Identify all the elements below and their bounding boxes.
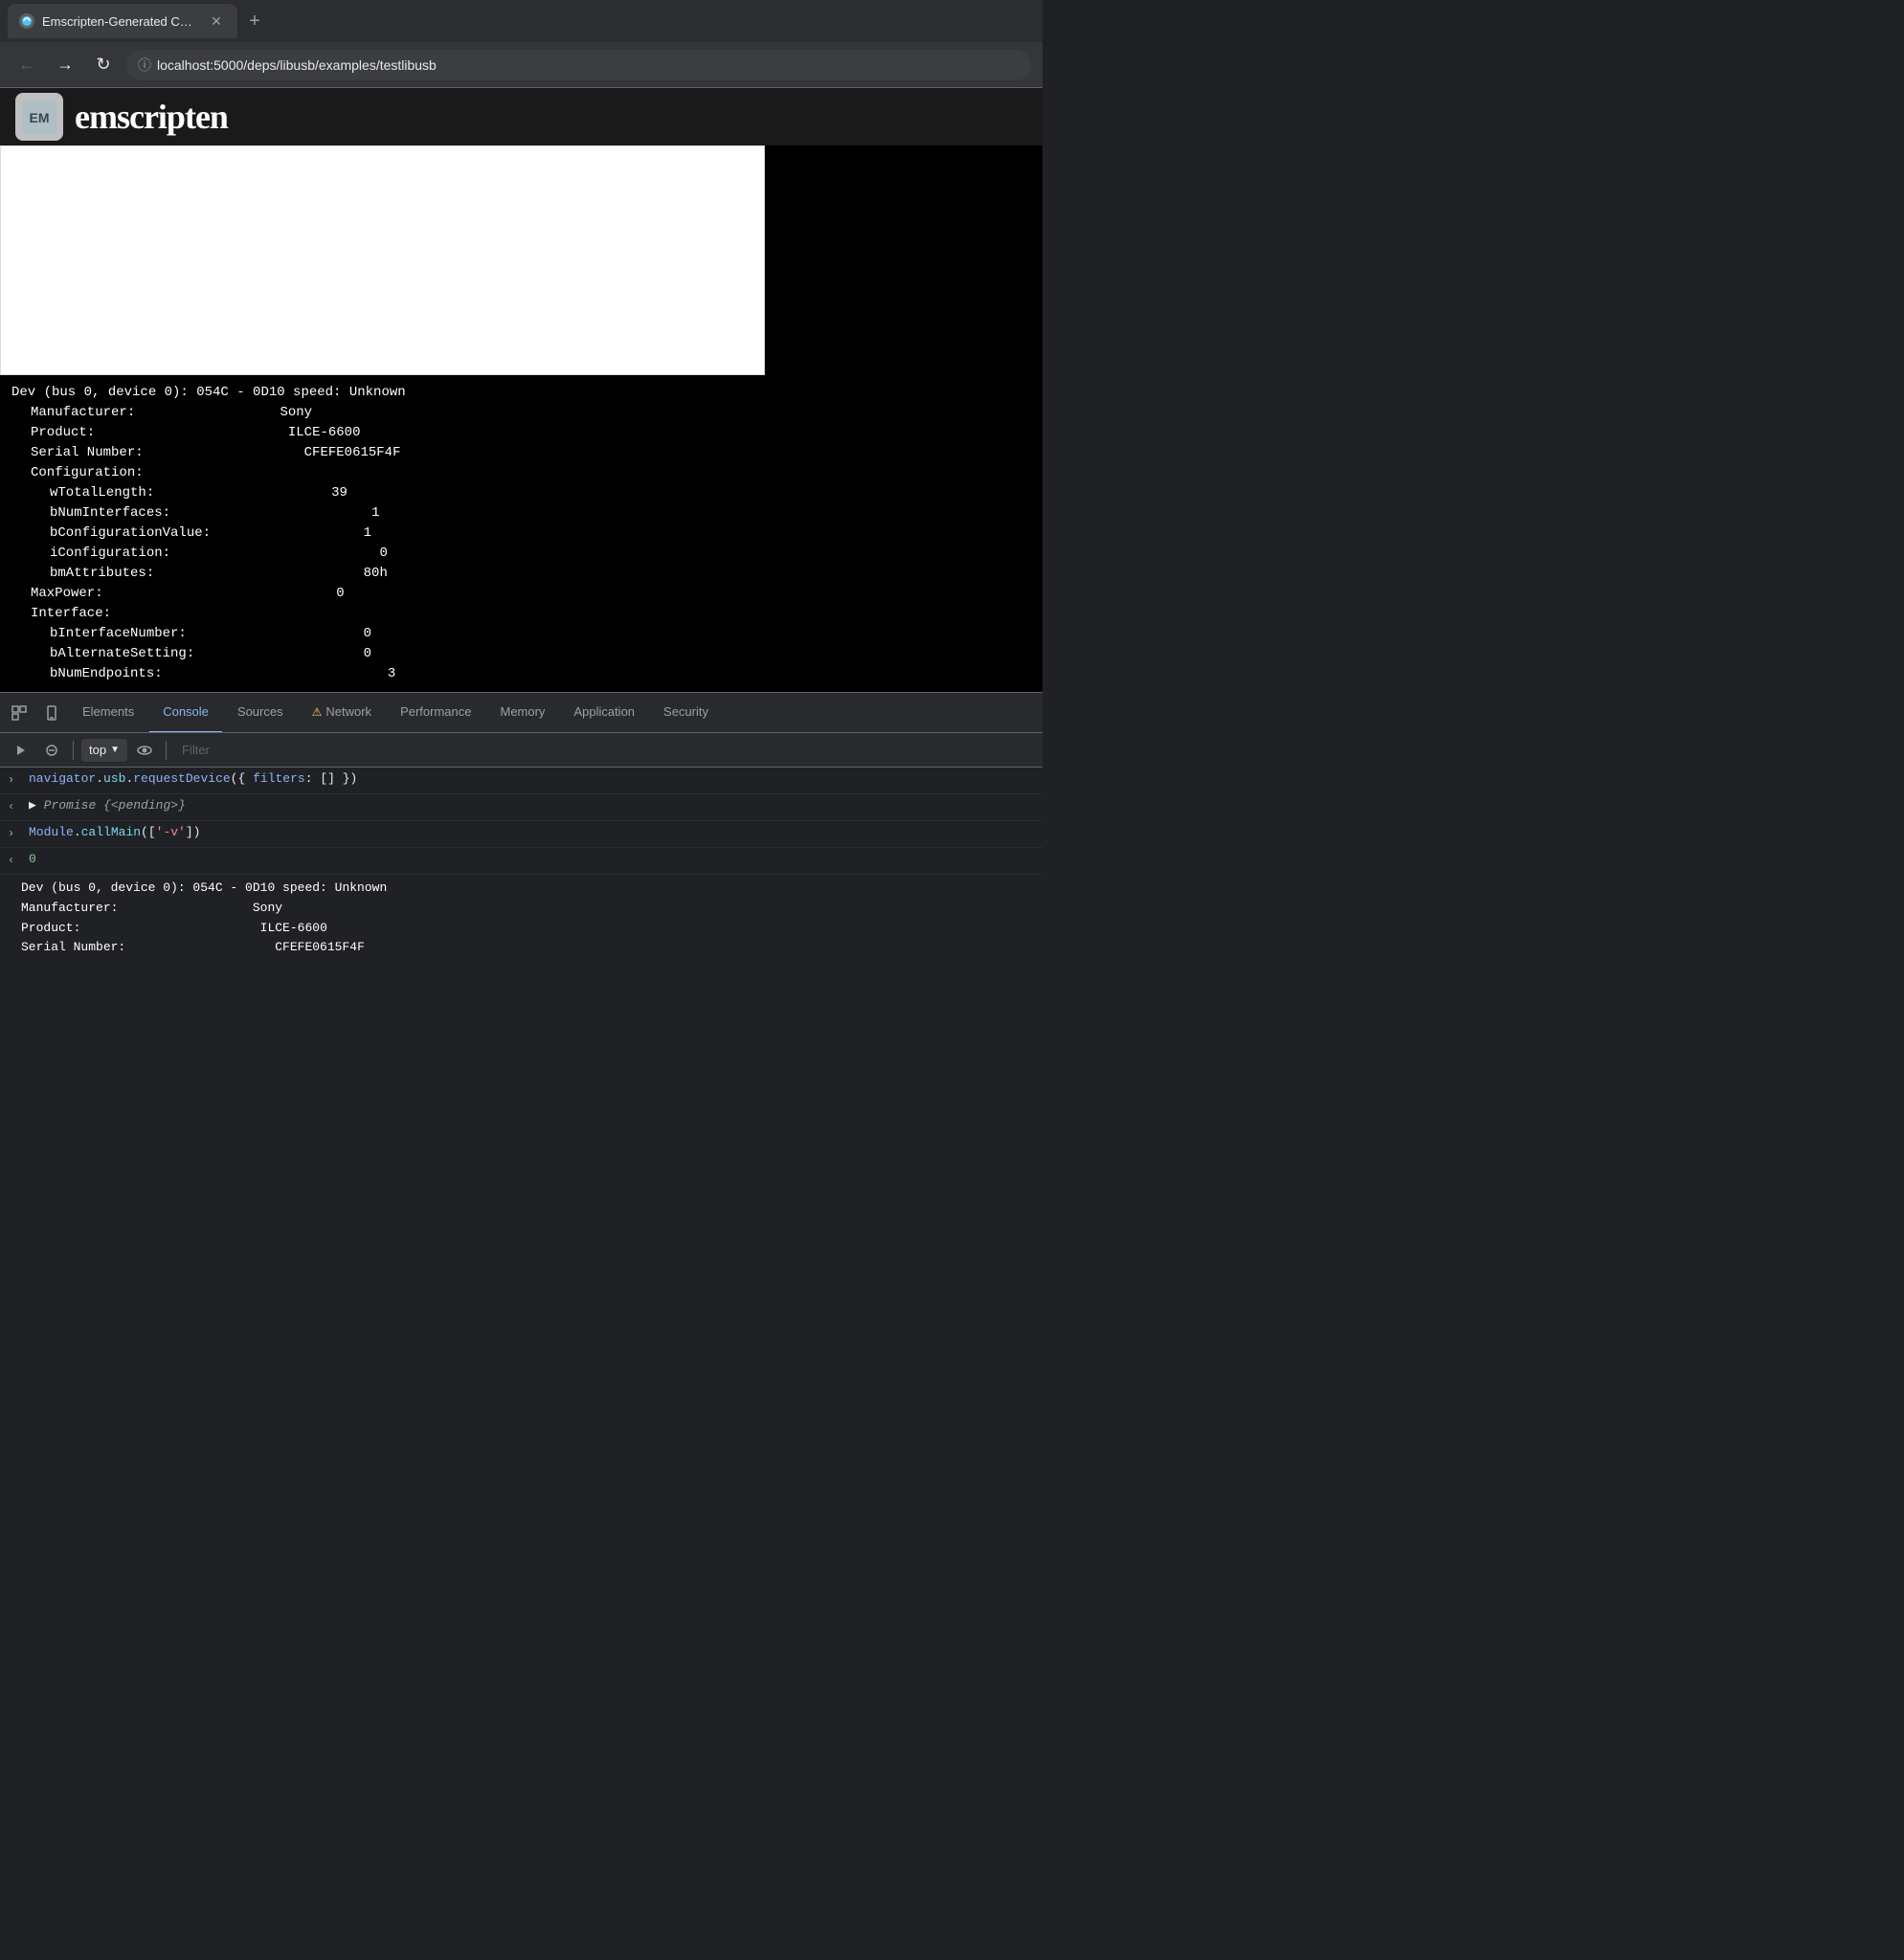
- console-output: › navigator.usb.requestDevice({ filters:…: [0, 768, 1042, 962]
- terminal-output: Dev (bus 0, device 0): 054C - 0D10 speed…: [0, 375, 1042, 692]
- console-content: ▶ Promise {<pending>}: [29, 798, 1035, 813]
- terminal-line: Interface:: [11, 604, 1031, 624]
- back-button[interactable]: ←: [11, 50, 42, 80]
- svg-text:EM: EM: [30, 110, 50, 125]
- console-output-line: ‹ 0: [0, 848, 1042, 875]
- tab-network[interactable]: ⚠ Network: [299, 693, 385, 733]
- emscripten-header: EM emscripten: [0, 88, 1042, 145]
- tab-close-button[interactable]: ✕: [207, 11, 226, 31]
- terminal-line: bInterfaceNumber: 0: [11, 624, 1031, 644]
- network-warning-icon: ⚠: [312, 705, 323, 719]
- tab-sources[interactable]: Sources: [224, 693, 297, 733]
- emscripten-logo: EM: [15, 93, 63, 141]
- address-bar: ← → ↻ ⓘ localhost:5000/deps/libusb/examp…: [0, 42, 1042, 88]
- tab-favicon: [19, 13, 34, 29]
- console-arrow-left: ‹: [8, 854, 21, 867]
- console-content: navigator.usb.requestDevice({ filters: […: [29, 771, 1035, 786]
- terminal-line: Product: ILCE-6600: [11, 423, 1031, 443]
- console-arrow-left: ‹: [8, 800, 21, 813]
- mobile-toggle-button[interactable]: [36, 698, 67, 728]
- console-value: 0: [29, 852, 1035, 866]
- console-input-line: › Module.callMain(['-v']): [0, 821, 1042, 848]
- chevron-down-icon: ▼: [110, 745, 120, 755]
- terminal-line: iConfiguration: 0: [11, 544, 1031, 564]
- clear-console-button[interactable]: [38, 737, 65, 764]
- toolbar-divider: [166, 741, 167, 760]
- info-icon: ⓘ: [138, 56, 151, 75]
- terminal-line: bAlternateSetting: 0: [11, 644, 1031, 664]
- run-script-button[interactable]: [8, 737, 34, 764]
- eye-icon[interactable]: [131, 737, 158, 764]
- context-selector[interactable]: top ▼: [81, 739, 127, 762]
- console-input-line: › navigator.usb.requestDevice({ filters:…: [0, 768, 1042, 794]
- terminal-line: Manufacturer: Sony: [11, 403, 1031, 423]
- terminal-line: wTotalLength: 39: [11, 483, 1031, 503]
- canvas-white: [0, 145, 765, 375]
- console-arrow-right: ›: [8, 773, 21, 787]
- terminal-line: bConfigurationValue: 1: [11, 523, 1031, 544]
- context-label: top: [89, 743, 106, 757]
- tab-elements[interactable]: Elements: [69, 693, 147, 733]
- console-content: Module.callMain(['-v']): [29, 825, 1035, 839]
- terminal-line: bNumInterfaces: 1: [11, 503, 1031, 523]
- element-picker-button[interactable]: [4, 698, 34, 728]
- canvas-black: [765, 145, 1042, 375]
- console-terminal-line: Manufacturer: Sony: [21, 899, 1021, 919]
- tab-bar: Emscripten-Generated Code ✕ +: [0, 0, 1042, 42]
- console-terminal-line: Product: ILCE-6600: [21, 919, 1021, 939]
- page-content: EM emscripten: [0, 88, 1042, 375]
- console-output-line: ‹ ▶ Promise {<pending>}: [0, 794, 1042, 821]
- new-tab-button[interactable]: +: [241, 8, 268, 34]
- terminal-line: Configuration:: [11, 463, 1031, 483]
- devtools-panel: Elements Console Sources ⚠ Network Perfo…: [0, 692, 1042, 962]
- forward-button[interactable]: →: [50, 50, 80, 80]
- terminal-line: bmAttributes: 80h: [11, 564, 1031, 584]
- toolbar-divider: [73, 741, 74, 760]
- console-arrow-right: ›: [8, 827, 21, 840]
- browser-chrome: Emscripten-Generated Code ✕ + ← → ↻ ⓘ lo…: [0, 0, 1042, 88]
- console-terminal-line: Serial Number: CFEFE0615F4F: [21, 938, 1021, 958]
- tab-console[interactable]: Console: [149, 693, 222, 733]
- url-text: localhost:5000/deps/libusb/examples/test…: [157, 57, 437, 73]
- address-input[interactable]: ⓘ localhost:5000/deps/libusb/examples/te…: [126, 50, 1031, 80]
- terminal-line: bNumEndpoints: 3: [11, 664, 1031, 684]
- tab-application[interactable]: Application: [560, 693, 648, 733]
- emscripten-title: emscripten: [75, 97, 228, 137]
- terminal-line: Serial Number: CFEFE0615F4F: [11, 443, 1031, 463]
- filter-input[interactable]: [174, 743, 1035, 757]
- console-toolbar: top ▼: [0, 733, 1042, 768]
- reload-button[interactable]: ↻: [88, 50, 119, 80]
- devtools-tab-bar: Elements Console Sources ⚠ Network Perfo…: [0, 693, 1042, 733]
- console-terminal-output: Dev (bus 0, device 0): 054C - 0D10 speed…: [0, 875, 1042, 962]
- console-terminal-line: Dev (bus 0, device 0): 054C - 0D10 speed…: [21, 879, 1021, 899]
- canvas-area: [0, 145, 1042, 375]
- terminal-line: Dev (bus 0, device 0): 054C - 0D10 speed…: [11, 383, 1031, 403]
- browser-tab[interactable]: Emscripten-Generated Code ✕: [8, 4, 237, 38]
- terminal-line: MaxPower: 0: [11, 584, 1031, 604]
- tab-title: Emscripten-Generated Code: [42, 14, 199, 29]
- tab-security[interactable]: Security: [650, 693, 722, 733]
- tab-performance[interactable]: Performance: [387, 693, 484, 733]
- tab-memory[interactable]: Memory: [486, 693, 558, 733]
